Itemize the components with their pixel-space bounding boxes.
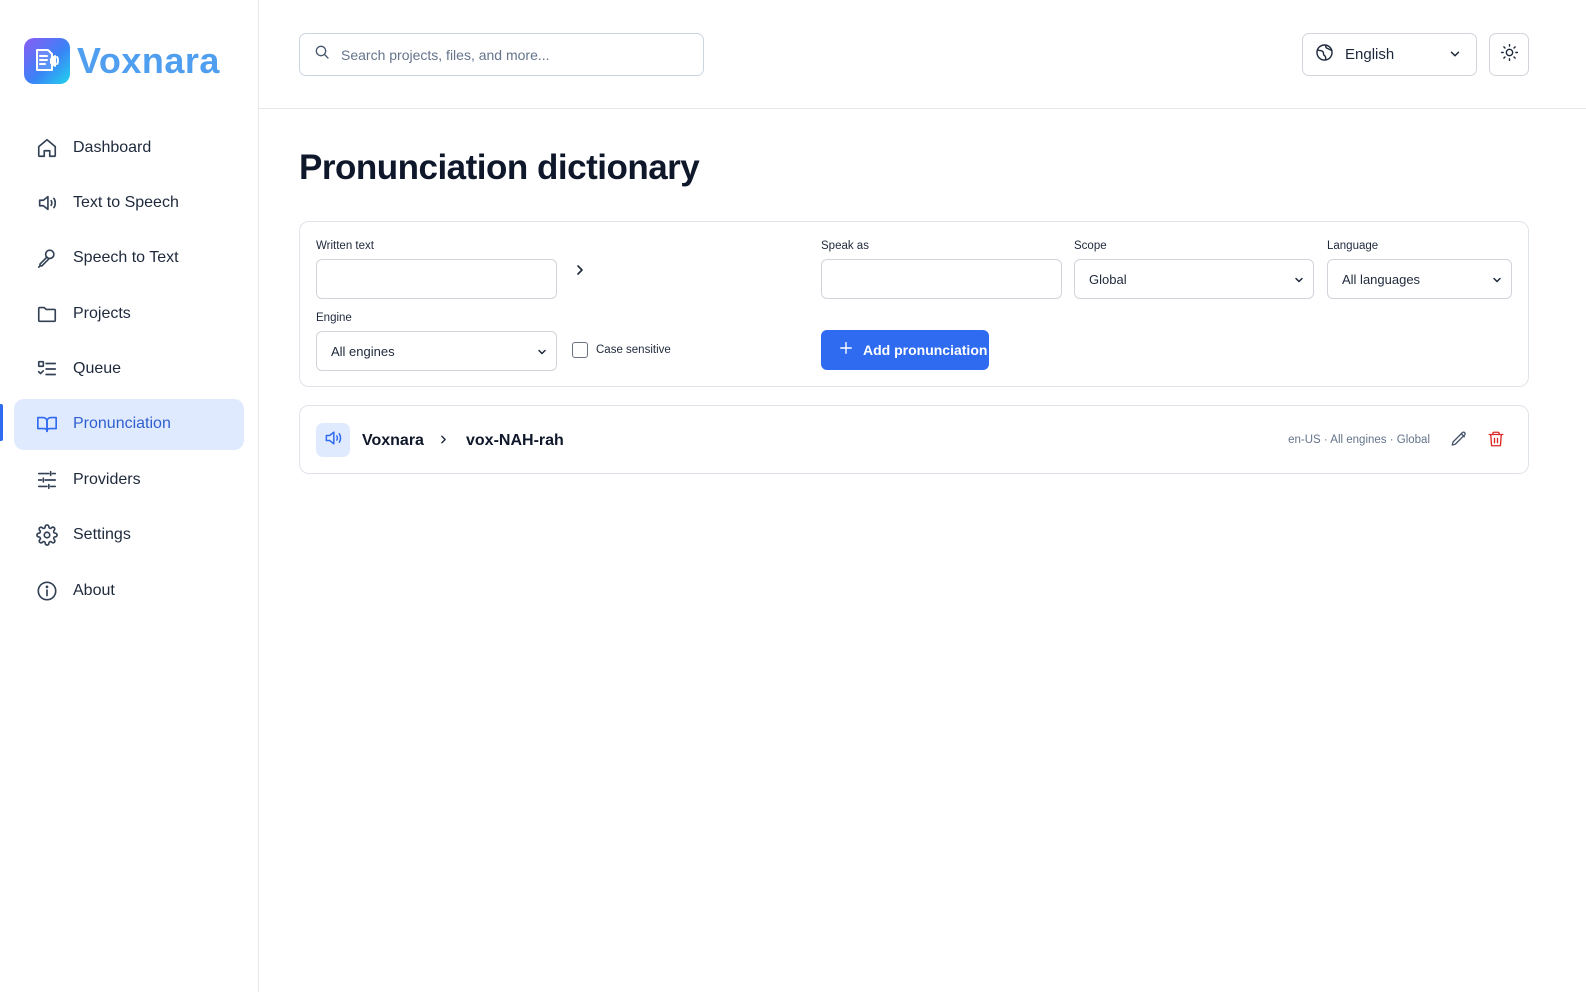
language-select[interactable]: All languages <box>1327 259 1512 299</box>
sidebar-item-settings[interactable]: Settings <box>14 510 244 561</box>
plus-icon <box>839 341 853 360</box>
sidebar-item-speech-to-text[interactable]: Speech to Text <box>14 233 244 284</box>
add-pronunciation-form: Written text Speak as Scope Global Langu… <box>299 221 1529 387</box>
sidebar-item-pronunciation[interactable]: Pronunciation <box>14 398 244 450</box>
language-value: All languages <box>1342 271 1421 287</box>
gear-icon <box>36 524 58 547</box>
search-icon <box>314 44 330 65</box>
language-field-label: Language <box>1327 240 1379 252</box>
microphone-icon <box>36 247 58 269</box>
entry-written-text: Voxnara <box>362 432 424 449</box>
delete-entry-button[interactable] <box>1487 430 1505 453</box>
search-box[interactable] <box>299 33 704 76</box>
speaker-icon <box>323 428 343 453</box>
folder-icon <box>36 303 58 325</box>
sidebar-nav: Dashboard Text to Speech Speech to Text … <box>14 122 244 621</box>
sidebar-item-label: Pronunciation <box>73 415 171 433</box>
checklist-icon <box>36 358 58 380</box>
chevron-right-icon <box>437 433 450 451</box>
add-pronunciation-label: Add pronunciation <box>863 342 988 358</box>
sidebar: Voxnara Dashboard Text to Speech Speech … <box>0 0 259 992</box>
logo-icon <box>24 38 70 84</box>
page-title: Pronunciation dictionary <box>299 148 700 187</box>
top-bar: English <box>259 0 1586 109</box>
case-sensitive-label: Case sensitive <box>596 344 671 356</box>
speak-as-input[interactable] <box>821 259 1062 299</box>
sidebar-item-queue[interactable]: Queue <box>14 344 244 395</box>
sidebar-item-label: About <box>73 581 115 599</box>
sidebar-item-text-to-speech[interactable]: Text to Speech <box>14 177 244 228</box>
play-pronunciation-button[interactable] <box>316 423 350 457</box>
case-sensitive-toggle[interactable]: Case sensitive <box>572 342 671 358</box>
sliders-icon <box>36 469 58 491</box>
theme-toggle-button[interactable] <box>1489 33 1529 76</box>
engine-value: All engines <box>331 343 395 359</box>
scope-value: Global <box>1089 271 1127 287</box>
language-selector[interactable]: English <box>1302 33 1477 76</box>
pencil-icon <box>1450 431 1468 452</box>
case-sensitive-checkbox[interactable] <box>572 342 588 358</box>
home-icon <box>36 137 58 159</box>
engine-label: Engine <box>316 312 352 324</box>
chevron-down-icon <box>1448 47 1462 66</box>
sidebar-item-label: Speech to Text <box>73 249 179 267</box>
sidebar-item-label: Providers <box>73 470 141 488</box>
speak-as-label: Speak as <box>821 240 869 252</box>
sidebar-item-label: Settings <box>73 526 131 544</box>
written-text-input[interactable] <box>316 259 557 299</box>
scope-label: Scope <box>1074 240 1107 252</box>
chevron-down-icon <box>1293 274 1305 289</box>
sun-icon <box>1500 43 1519 67</box>
edit-entry-button[interactable] <box>1450 430 1468 453</box>
globe-icon <box>1315 43 1334 67</box>
speaker-icon <box>36 192 58 214</box>
scope-select[interactable]: Global <box>1074 259 1314 299</box>
sidebar-item-label: Text to Speech <box>73 193 179 211</box>
sidebar-item-projects[interactable]: Projects <box>14 288 244 339</box>
add-pronunciation-button[interactable]: Add pronunciation <box>821 330 989 370</box>
book-icon <box>36 413 58 435</box>
entry-speak-as-text: vox-NAH-rah <box>466 432 564 449</box>
sidebar-item-label: Projects <box>73 304 131 322</box>
entry-meta: en-US · All engines · Global <box>1288 434 1430 446</box>
sidebar-item-label: Dashboard <box>73 138 152 156</box>
sidebar-item-label: Queue <box>73 360 122 378</box>
pronunciation-entry: Voxnara vox-NAH-rah en-US · All engines … <box>299 405 1529 474</box>
sidebar-item-dashboard[interactable]: Dashboard <box>14 122 244 173</box>
chevron-right-icon <box>572 262 588 283</box>
chevron-down-icon <box>536 346 548 361</box>
sidebar-item-about[interactable]: About <box>14 565 244 616</box>
chevron-down-icon <box>1491 274 1503 289</box>
app-logo[interactable]: Voxnara <box>24 38 220 84</box>
active-nav-indicator <box>0 404 3 441</box>
app-name: Voxnara <box>77 40 220 81</box>
language-label: English <box>1345 46 1395 63</box>
sidebar-item-providers[interactable]: Providers <box>14 454 244 505</box>
written-text-label: Written text <box>316 240 374 252</box>
engine-select[interactable]: All engines <box>316 331 557 371</box>
search-input[interactable] <box>341 46 681 63</box>
info-icon <box>36 580 58 602</box>
trash-icon <box>1487 431 1505 452</box>
